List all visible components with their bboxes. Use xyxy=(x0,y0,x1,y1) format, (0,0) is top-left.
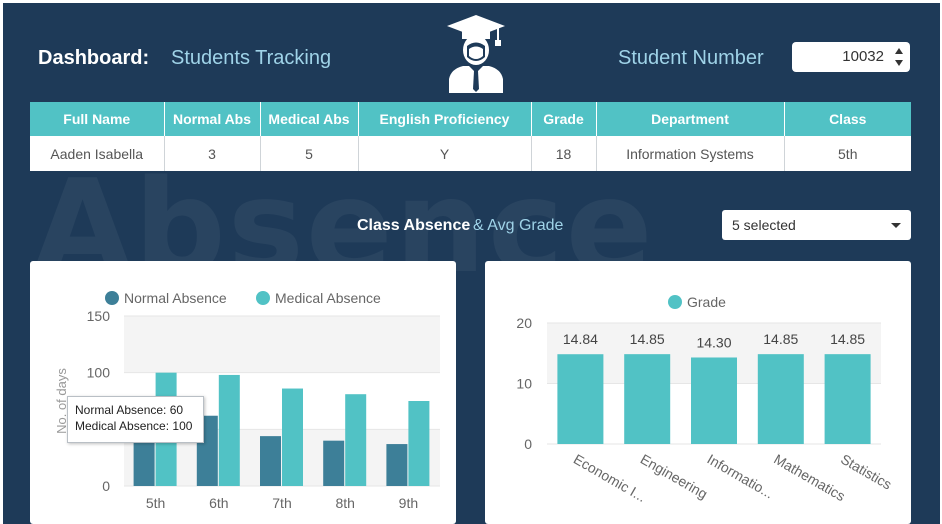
x-tick-label: 9th xyxy=(399,495,418,511)
tooltip-line-normal: Normal Absence: 60 xyxy=(75,403,184,417)
graduate-icon xyxy=(447,15,505,93)
table-cell: 18 xyxy=(531,136,597,171)
legend-marker xyxy=(105,291,119,305)
x-tick-label: 7th xyxy=(272,495,291,511)
table-cell: 5 xyxy=(260,136,359,171)
student-number-stepper[interactable]: 10032 xyxy=(792,42,910,72)
column-header[interactable]: Normal Abs xyxy=(164,102,261,136)
table-cell: Y xyxy=(358,136,532,171)
x-tick-label: 5th xyxy=(146,495,165,511)
bar-medical-absence xyxy=(408,401,430,486)
section-title: Class Absence xyxy=(357,217,471,234)
x-tick-label: 8th xyxy=(335,495,354,511)
caret-down-icon[interactable] xyxy=(891,223,901,228)
dashboard-frame: Absence Dashboard: Students Tracking Stu… xyxy=(0,0,942,524)
plot-band xyxy=(124,316,440,373)
column-header[interactable]: English Proficiency xyxy=(358,102,532,136)
table-header-row: Full Name Normal Abs Medical Abs English… xyxy=(30,102,911,136)
data-label: 14.30 xyxy=(696,334,731,350)
column-header[interactable]: Grade xyxy=(531,102,597,136)
data-label: 14.85 xyxy=(630,331,665,347)
legend-marker xyxy=(256,291,270,305)
legend-label: Normal Absence xyxy=(124,290,227,306)
bar-grade xyxy=(557,354,604,444)
bar-grade xyxy=(624,354,671,444)
dropdown-value[interactable]: 5 selected xyxy=(732,217,796,233)
page-title: Students Tracking xyxy=(171,47,332,69)
dashboard-label: Dashboard: xyxy=(38,47,150,69)
x-tick-label: Mathematics xyxy=(771,451,848,505)
table-cell: Information Systems xyxy=(596,136,785,171)
bar-medical-absence xyxy=(282,388,303,486)
x-tick-label: Economic I... xyxy=(571,451,649,505)
absence-chart: 050100150No. of days5th6th7th8th9thNorma… xyxy=(54,290,440,511)
y-tick-label: 20 xyxy=(516,315,532,331)
student-number-label: Student Number xyxy=(618,47,764,69)
bar-normal-absence xyxy=(323,440,345,486)
column-header[interactable]: Medical Abs xyxy=(260,102,359,136)
table-row: Aaden Isabella 3 5 Y 18 Information Syst… xyxy=(30,136,911,171)
data-label: 14.84 xyxy=(563,331,598,347)
grade-chart: 0 10 20 14.84 Economic I... 14.85 Engineering 1… xyxy=(516,294,895,505)
section-subtitle: & Avg Grade xyxy=(473,217,564,234)
student-number-value[interactable]: 10032 xyxy=(792,48,884,65)
table-cell: Aaden Isabella xyxy=(30,136,165,171)
y-tick-label: 100 xyxy=(87,365,111,381)
x-tick-label: Statistics xyxy=(838,451,895,493)
bar-normal-absence xyxy=(260,436,281,486)
class-filter-dropdown[interactable]: 5 selected xyxy=(722,210,911,240)
legend-label: Medical Absence xyxy=(275,290,381,306)
bar-medical-absence xyxy=(345,394,367,486)
table-cell: 3 xyxy=(164,136,261,171)
absence-chart-card: 050100150No. of days5th6th7th8th9thNorma… xyxy=(30,261,456,524)
bar-normal-absence xyxy=(386,444,408,486)
student-info-table: Full Name Normal Abs Medical Abs English… xyxy=(30,102,911,171)
x-tick-label: Engineering xyxy=(638,451,711,502)
x-tick-label: 6th xyxy=(209,495,228,511)
table-cell: 5th xyxy=(784,136,911,171)
bar-grade xyxy=(691,357,737,444)
dashboard-panel: Absence Dashboard: Students Tracking Stu… xyxy=(3,3,940,524)
bar-medical-absence xyxy=(218,374,240,486)
x-tick-label: Informatio... xyxy=(705,451,777,502)
stepper-arrows-icon[interactable] xyxy=(894,45,904,69)
grade-chart-card: 0 10 20 14.84 Economic I... 14.85 Engineering 1… xyxy=(485,261,911,524)
column-header[interactable]: Department xyxy=(596,102,785,136)
y-tick-label: 0 xyxy=(524,436,532,452)
y-tick-label: 150 xyxy=(87,308,111,324)
tooltip-line-medical: Medical Absence: 100 xyxy=(75,419,193,433)
data-label: 14.85 xyxy=(830,331,865,347)
y-tick-label: 10 xyxy=(516,376,532,392)
data-label: 14.85 xyxy=(763,331,798,347)
chart-tooltip: Normal Absence: 60 Medical Absence: 100 xyxy=(67,396,204,443)
legend-label: Grade xyxy=(687,294,726,310)
y-tick-label: 0 xyxy=(102,478,110,494)
bar-grade xyxy=(824,354,871,444)
column-header[interactable]: Full Name xyxy=(30,102,165,136)
column-header[interactable]: Class xyxy=(784,102,911,136)
bar-grade xyxy=(757,354,804,444)
legend-marker xyxy=(668,295,682,309)
